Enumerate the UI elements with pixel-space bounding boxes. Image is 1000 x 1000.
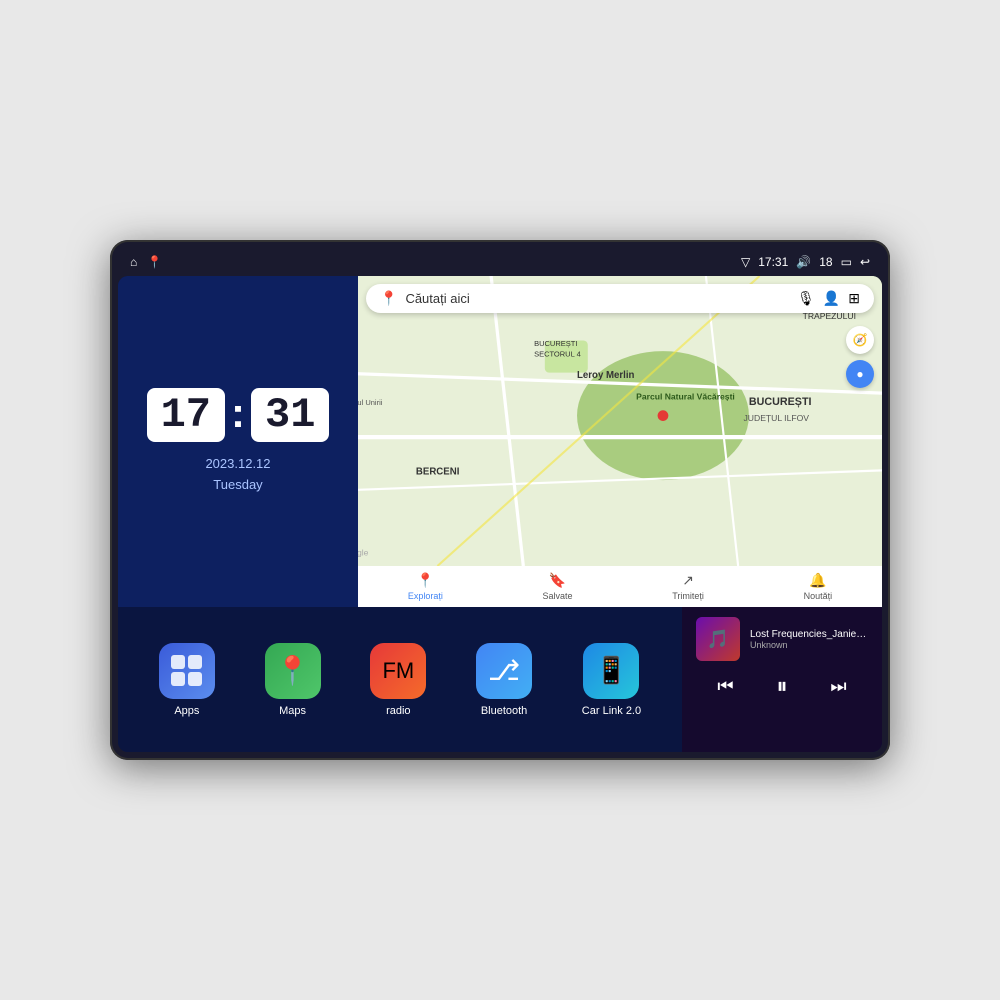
status-right-info: ▽ 17:31 🔊 18 ▭ ↩ (741, 255, 870, 269)
bluetooth-icon: ⎇ (476, 643, 532, 699)
svg-text:JUDEȚUL ILFOV: JUDEȚUL ILFOV (744, 413, 810, 423)
user-icon[interactable]: 👤 (823, 290, 840, 307)
map-bottom-bar: 📍 Explorați 🔖 Salvate ↗ Trimiteți 🔔 Nout… (358, 566, 882, 607)
battery-level: 18 (819, 255, 832, 269)
back-icon[interactable]: ↩ (860, 255, 870, 269)
status-bar: ⌂ 📍 ▽ 17:31 🔊 18 ▭ ↩ (118, 248, 882, 276)
battery-icon: ▭ (841, 255, 852, 269)
app-item-maps[interactable]: 📍 Maps (265, 643, 321, 717)
share-icon: ↗ (682, 572, 694, 589)
carlink-icon: 📱 (583, 643, 639, 699)
signal-icon: ▽ (741, 255, 750, 269)
map-panel[interactable]: 📍 Căutați aici 🎙 👤 ⊞ (358, 276, 882, 607)
svg-text:Parcul Natural Văcărești: Parcul Natural Văcărești (636, 392, 735, 402)
svg-text:Leroy Merlin: Leroy Merlin (577, 370, 635, 381)
volume-icon: 🔊 (796, 255, 811, 269)
app-item-bluetooth[interactable]: ⎇ Bluetooth (476, 643, 532, 717)
music-text: Lost Frequencies_Janieck Devy-... Unknow… (750, 629, 868, 650)
bottom-section: Apps 📍 Maps FM radio ⎇ Bluetooth (118, 607, 882, 752)
clock-date: 2023.12.12 Tuesday (205, 454, 270, 496)
album-art-image: 🎵 (696, 617, 740, 661)
car-display-device: ⌂ 📍 ▽ 17:31 🔊 18 ▭ ↩ 17 : 31 2023.12.1 (110, 240, 890, 760)
mic-icon[interactable]: 🎙 (797, 290, 815, 307)
map-controls: 🧭 ● (846, 326, 874, 388)
maps-pin-icon[interactable]: 📍 (147, 255, 162, 269)
album-art: 🎵 (696, 617, 740, 661)
svg-text:BUCUREȘTI: BUCUREȘTI (534, 339, 577, 348)
app-item-radio[interactable]: FM radio (370, 643, 426, 717)
svg-text:Splaiul Unirii: Splaiul Unirii (358, 398, 383, 407)
radio-label: radio (386, 705, 410, 717)
app-launcher: Apps 📍 Maps FM radio ⎇ Bluetooth (118, 607, 682, 752)
clock-hours: 17 (147, 388, 225, 442)
app-item-apps[interactable]: Apps (159, 643, 215, 717)
map-tab-explore[interactable]: 📍 Explorați (408, 572, 443, 601)
music-player: 🎵 Lost Frequencies_Janieck Devy-... Unkn… (682, 607, 882, 752)
app-item-carlink[interactable]: 📱 Car Link 2.0 (582, 643, 641, 717)
radio-icon: FM (370, 643, 426, 699)
clock-colon: : (231, 389, 245, 437)
clock-minutes: 31 (251, 388, 329, 442)
clock-panel: 17 : 31 2023.12.12 Tuesday (118, 276, 358, 607)
location-icon[interactable]: ● (846, 360, 874, 388)
map-search-bar[interactable]: 📍 Căutați aici 🎙 👤 ⊞ (366, 284, 874, 313)
saved-icon: 🔖 (549, 572, 566, 589)
apps-label: Apps (174, 705, 199, 717)
maps-icon: 📍 (265, 643, 321, 699)
carlink-label: Car Link 2.0 (582, 705, 641, 717)
grid-icon[interactable]: ⊞ (848, 290, 860, 307)
apps-icon (159, 643, 215, 699)
clock-display: 17 : 31 (147, 388, 330, 442)
top-section: 17 : 31 2023.12.12 Tuesday 📍 Căutați aic… (118, 276, 882, 607)
map-search-icons: 🎙 👤 ⊞ (797, 290, 860, 307)
apps-grid (163, 647, 210, 694)
main-screen: 17 : 31 2023.12.12 Tuesday 📍 Căutați aic… (118, 276, 882, 752)
prev-button[interactable]: ⏮ (717, 676, 733, 697)
home-icon[interactable]: ⌂ (130, 255, 137, 269)
status-left-icons: ⌂ 📍 (130, 255, 162, 269)
svg-text:Google: Google (358, 547, 369, 557)
news-icon: 🔔 (809, 572, 826, 589)
svg-text:SECTORUL 4: SECTORUL 4 (534, 350, 581, 359)
music-controls: ⏮ ⏸ ⏭ (696, 673, 868, 699)
music-title: Lost Frequencies_Janieck Devy-... (750, 629, 868, 640)
map-background: Leroy Merlin Parcul Natural Văcărești BU… (358, 276, 882, 566)
map-tab-news[interactable]: 🔔 Noutăți (804, 572, 833, 601)
play-pause-button[interactable]: ⏸ (776, 673, 787, 699)
status-time: 17:31 (758, 255, 788, 269)
next-button[interactable]: ⏭ (830, 676, 846, 697)
bluetooth-label: Bluetooth (481, 705, 527, 717)
map-tab-share[interactable]: ↗ Trimiteți (672, 572, 704, 601)
maps-label: Maps (279, 705, 306, 717)
explore-icon: 📍 (417, 572, 434, 589)
compass-icon[interactable]: 🧭 (846, 326, 874, 354)
map-search-pin-icon: 📍 (380, 290, 397, 307)
map-search-text[interactable]: Căutați aici (405, 291, 789, 306)
map-svg: Leroy Merlin Parcul Natural Văcărești BU… (358, 276, 882, 566)
music-info: 🎵 Lost Frequencies_Janieck Devy-... Unkn… (696, 617, 868, 661)
map-tab-saved[interactable]: 🔖 Salvate (543, 572, 573, 601)
svg-text:BUCUREȘTI: BUCUREȘTI (749, 396, 812, 408)
svg-text:BERCENI: BERCENI (416, 467, 460, 478)
music-artist: Unknown (750, 640, 868, 650)
